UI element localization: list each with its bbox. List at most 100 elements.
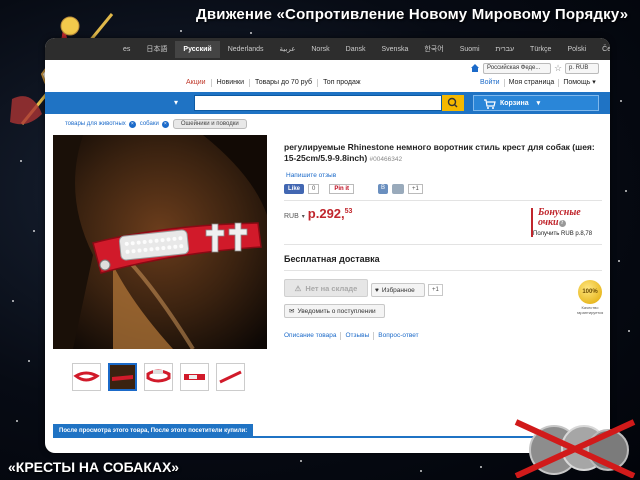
price: р.292,53 — [308, 206, 353, 221]
divider — [284, 200, 602, 201]
product-sku: #00466342 — [369, 156, 403, 163]
category-dropdown-chevron-icon[interactable]: ▾ — [165, 95, 187, 111]
menu-link[interactable]: Топ продаж — [318, 79, 365, 87]
write-review-link[interactable]: Напишите отзыв — [286, 172, 336, 179]
close-icon[interactable]: × — [161, 120, 169, 128]
account-links: Войти Моя страница Помощь ▾ — [476, 79, 600, 87]
product-tab[interactable]: Описание товара — [284, 332, 342, 340]
menu-link[interactable]: Акции — [181, 79, 212, 87]
product-tabs: Описание товара Отзывы Вопрос-ответ — [284, 332, 423, 340]
notify-label: Уведомить о поступлении — [297, 307, 376, 315]
breadcrumb: товары для животных × собаки × Ошейники и … — [65, 119, 247, 129]
vk-share-button[interactable]: B — [378, 184, 389, 194]
breadcrumb-current: Ошейники и поводки — [172, 119, 247, 129]
cart-chevron-icon: ▾ — [536, 100, 541, 107]
menu-link[interactable]: Новинки — [212, 79, 250, 87]
divider — [284, 270, 602, 271]
thumbnail[interactable] — [144, 363, 173, 391]
search-bar: ▾ Корзина ▾ — [45, 92, 610, 114]
quality-guarantee-badge: 100% Качество гарантируется — [570, 280, 610, 315]
country-select[interactable]: Российская Феде... — [483, 63, 551, 74]
guarantee-text: Качество гарантируется — [576, 305, 604, 315]
breadcrumb-item[interactable]: собаки × — [139, 120, 169, 128]
product-image[interactable] — [53, 135, 267, 349]
vk-icon[interactable] — [392, 184, 405, 194]
language-link[interactable]: Nederlands — [220, 46, 272, 53]
product-title: регулируемые Rhinestone немного воротник… — [284, 142, 602, 165]
language-link[interactable]: Polski — [559, 46, 594, 53]
currency-label: RUB — [284, 213, 299, 220]
language-link[interactable]: עברית — [488, 46, 523, 53]
language-bar: es 日本語 Русский Nederlands عربية Norsk Dansk Sve… — [45, 38, 610, 60]
search-icon — [447, 97, 458, 108]
bonus-subtitle: Получить RUB р.8,78 — [533, 231, 593, 237]
search-button[interactable] — [442, 95, 464, 111]
facebook-like-button[interactable]: Like — [284, 184, 305, 194]
favorites-button[interactable]: ♥ Избранное — [371, 283, 425, 297]
thumbnail-selected[interactable] — [108, 363, 137, 391]
currency-dropdown-icon[interactable]: ▾ — [302, 213, 305, 220]
store-screenshot: es 日本語 Русский Nederlands عربية Norsk Dansk Sve… — [45, 38, 610, 453]
search-input[interactable] — [194, 95, 442, 111]
slide-title: Движение «Сопротивление Новому Мировому … — [196, 6, 629, 23]
promo-links: Акции Новинки Товары до 70 руб Топ продаж — [181, 79, 366, 87]
out-of-stock-button[interactable]: ⚠ Нет на складе — [284, 279, 368, 297]
wishlist-star-icon[interactable]: ☆ — [554, 63, 562, 73]
utility-row: Российская Феде... ☆ р. RUB — [45, 60, 610, 76]
home-icon[interactable] — [470, 63, 480, 73]
breadcrumb-label: собаки — [139, 121, 159, 127]
currency-select[interactable]: р. RUB — [565, 63, 599, 74]
language-link[interactable]: Русский — [175, 40, 220, 58]
account-link[interactable]: Войти — [476, 79, 505, 87]
thumbnail[interactable] — [180, 363, 209, 391]
breadcrumb-label: товары для животных — [65, 121, 126, 127]
product-tab[interactable]: Вопрос-ответ — [374, 332, 422, 340]
language-link[interactable]: Dansk — [338, 46, 374, 53]
favorites-label: Избранное — [381, 286, 415, 294]
heart-icon: ♥ — [375, 286, 379, 294]
help-icon[interactable]: ? — [558, 220, 566, 227]
thumbnail-strip — [72, 363, 245, 391]
notify-button[interactable]: ✉ Уведомить о поступлении — [284, 304, 385, 318]
social-share-bar: Like 0 Pin it B +1 — [284, 184, 423, 194]
favorites-count: +1 — [428, 284, 443, 296]
pinterest-button[interactable]: Pin it — [329, 184, 355, 194]
out-of-stock-label: Нет на складе — [305, 283, 358, 293]
thumbnail[interactable] — [72, 363, 101, 391]
cart-icon — [484, 99, 496, 109]
language-link[interactable]: Türkçe — [522, 46, 559, 53]
cart-label: Корзина — [500, 99, 529, 107]
free-shipping-label: Бесплатная доставка — [284, 254, 380, 264]
language-link[interactable]: عربية — [272, 45, 304, 53]
close-icon[interactable]: × — [128, 120, 136, 128]
thumbnail[interactable] — [216, 363, 245, 391]
breadcrumb-item[interactable]: товары для животных × — [65, 120, 136, 128]
crossed-coins-icon — [514, 419, 636, 478]
warning-icon: ⚠ — [294, 283, 302, 293]
price-cents: 53 — [344, 208, 353, 215]
language-link[interactable]: Norsk — [303, 46, 337, 53]
account-link[interactable]: Моя страница — [505, 79, 560, 87]
gplus-button[interactable]: +1 — [408, 184, 423, 194]
price-block: RUB ▾ р.292,53 — [284, 206, 352, 221]
language-link[interactable]: Čeština — [594, 46, 610, 53]
language-link[interactable]: es — [115, 46, 138, 53]
bell-icon: ✉ — [289, 308, 295, 315]
language-link[interactable]: Suomi — [452, 46, 488, 53]
product-tab[interactable]: Отзывы — [341, 332, 375, 340]
language-link[interactable]: 한국어 — [416, 44, 451, 54]
bonus-title: Бонусные очки? — [538, 208, 603, 228]
product-title-text: регулируемые Rhinestone немного воротник… — [284, 142, 595, 163]
also-bought-tab[interactable]: После просмотра этого товра, После этого… — [53, 424, 254, 438]
price-main: р.292, — [307, 206, 345, 221]
facebook-like-count: 0 — [308, 184, 320, 194]
menu-row: Акции Новинки Товары до 70 руб Топ продаж В… — [45, 76, 610, 90]
language-link[interactable]: Svenska — [374, 46, 417, 53]
language-link[interactable]: 日本語 — [138, 44, 175, 54]
slide-caption: «КРЕСТЫ НА СОБАКАХ» — [8, 459, 180, 475]
medal-icon: 100% — [578, 280, 602, 304]
divider — [284, 244, 602, 245]
menu-link[interactable]: Товары до 70 руб — [250, 79, 319, 87]
cart-button[interactable]: Корзина ▾ — [473, 95, 599, 111]
account-link[interactable]: Помощь ▾ — [559, 79, 600, 87]
